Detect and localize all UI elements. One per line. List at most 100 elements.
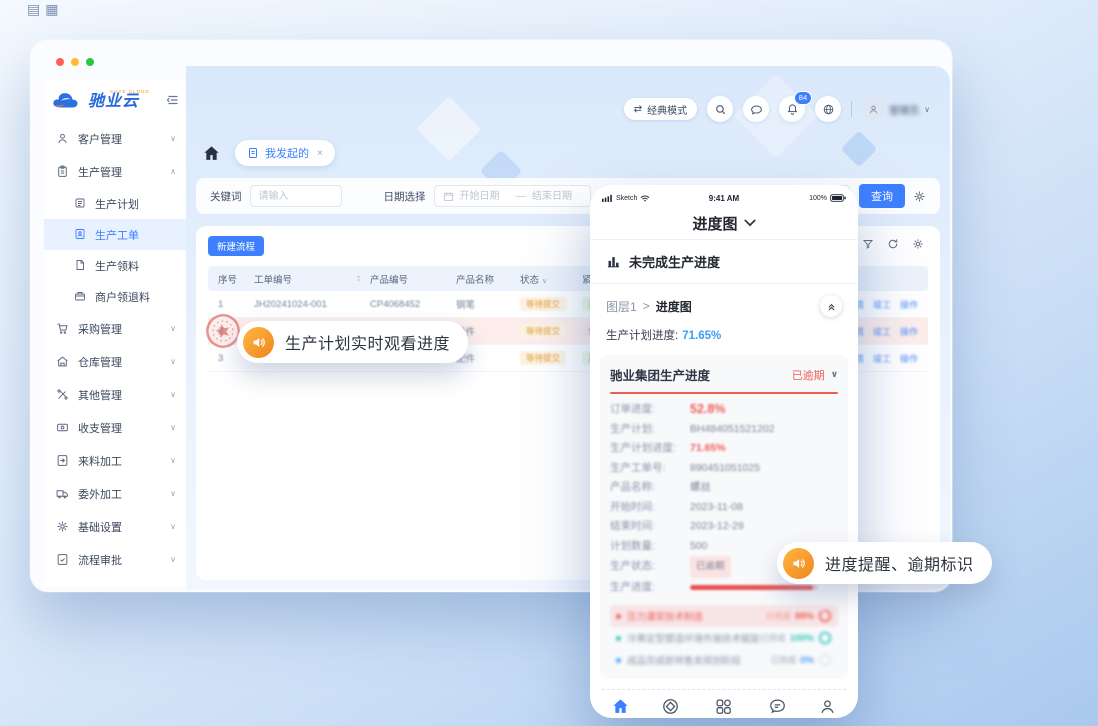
sidebar-item-customer-mgmt[interactable]: 客户管理 ∨ (44, 122, 186, 155)
phone-panel: Sketch 9:41 AM 100% 进度图 未完成生产进度 图层1 > 进度… (590, 185, 858, 718)
task-row[interactable]: 压力灌浆技术制造 已完成 89% (610, 605, 838, 627)
picking-icon (74, 259, 88, 272)
notifications-button[interactable]: 84 (779, 96, 805, 122)
brand-name: 驰业云 (88, 94, 150, 110)
search-submit-button[interactable]: 查询 (859, 184, 905, 208)
date-range-picker[interactable]: — (434, 185, 592, 207)
sidebar-item-production-workorder[interactable]: 生产工单 (44, 219, 186, 250)
col-header-no: 序号 (218, 272, 254, 286)
sidebar-item-production-picking[interactable]: 生产领料 (44, 250, 186, 281)
sort-icon[interactable] (354, 274, 370, 283)
sidebar-item-finance-mgmt[interactable]: 收支管理 ∨ (44, 411, 186, 444)
sidebar-item-label: 其他管理 (78, 387, 122, 403)
col-header-order: 工单编号 (254, 272, 354, 286)
messages-button[interactable] (743, 96, 769, 122)
action-more-link[interactable]: 操作 (900, 352, 918, 365)
close-tab-icon[interactable]: × (317, 148, 323, 159)
tab-messages[interactable]: 消息 (768, 697, 787, 718)
merchant-return-icon (74, 290, 88, 303)
action-more-link[interactable]: 操作 (900, 298, 918, 311)
filter-icon[interactable] (862, 238, 874, 250)
filter-settings-icon[interactable] (913, 190, 926, 203)
minimize-window-button[interactable] (71, 58, 79, 66)
tab-label: 我发起的 (265, 145, 309, 161)
breadcrumb-parent[interactable]: 图层1 (606, 298, 637, 315)
status-badge: 等待提交 (520, 351, 566, 365)
sidebar-item-purchase-mgmt[interactable]: 采购管理 ∨ (44, 312, 186, 345)
topbar: ⇄ 经典模式 84 管理员 ∨ (624, 96, 930, 122)
action-finish-link[interactable]: 竣工 (873, 325, 891, 338)
refresh-icon[interactable] (887, 238, 899, 250)
sidebar-item-outsourcing[interactable]: 委外加工 ∨ (44, 477, 186, 510)
chevron-down-icon: ∨ (170, 390, 176, 399)
sidebar-item-incoming-processing[interactable]: 来料加工 ∨ (44, 444, 186, 477)
close-window-button[interactable] (56, 58, 64, 66)
task-name: 冷寒定型塑造环境件施技术赋能 (627, 631, 760, 645)
tab-my-initiated[interactable]: 我发起的 × (235, 140, 335, 166)
notification-badge: 84 (794, 91, 812, 105)
status-badge: 已逾期 (690, 556, 731, 578)
task-row[interactable]: 冷寒定型塑造环境件施技术赋能 已完成 100% (610, 627, 838, 649)
battery-percent-label: 100% (809, 195, 827, 202)
divider (851, 101, 852, 117)
classic-mode-label: 经典模式 (647, 102, 687, 117)
action-finish-link[interactable]: 竣工 (873, 298, 891, 311)
phone-page-title[interactable]: 进度图 (590, 207, 858, 239)
callout-watch-progress: 生产计划实时观看进度 (237, 321, 468, 363)
group-header[interactable]: 驰业集团生产进度 已逾期 ∨ (610, 365, 838, 384)
plan-progress-label: 生产计划进度: (606, 330, 678, 342)
grid-icon[interactable]: ▤ (27, 1, 45, 17)
sidebar-item-label: 采购管理 (78, 321, 122, 337)
tab-profile[interactable]: 我的 (818, 697, 837, 718)
action-more-link[interactable]: 操作 (900, 325, 918, 338)
task-row[interactable]: 成品完成即将售卖规划阶段 已完成 0% (610, 649, 838, 671)
task-name: 压力灌浆技术制造 (627, 609, 703, 623)
tab-home[interactable]: 首页 (611, 697, 630, 718)
search-button[interactable] (707, 96, 733, 122)
new-process-button[interactable]: 新建流程 (208, 236, 264, 256)
breadcrumb-separator: > (643, 299, 650, 313)
date-start-input[interactable] (460, 187, 510, 205)
calendar-icon (443, 191, 454, 202)
task-list: 压力灌浆技术制造 已完成 89% 冷寒定型塑造环境件施技术赋能 已完成 100% (610, 605, 838, 671)
sidebar-item-production-mgmt[interactable]: 生产管理 ∧ (44, 155, 186, 188)
sidebar-item-production-plan[interactable]: 生产计划 (44, 188, 186, 219)
language-button[interactable] (815, 96, 841, 122)
action-finish-link[interactable]: 竣工 (873, 352, 891, 365)
grid-icon (714, 697, 733, 716)
user-menu[interactable]: 管理员 ∨ (862, 98, 930, 120)
tab-row: 我发起的 × (202, 140, 335, 166)
sidebar-item-merchant-return[interactable]: 商户领退料 (44, 281, 186, 312)
approval-icon (56, 553, 70, 567)
chevron-down-icon: ∨ (831, 369, 838, 380)
detail-row: 结束时间:2023-12-29 (610, 517, 838, 537)
classic-mode-button[interactable]: ⇄ 经典模式 (624, 98, 697, 120)
layout-icon[interactable]: ▦ (45, 1, 63, 17)
progress-ring-icon (818, 631, 832, 645)
battery-icon (830, 194, 846, 202)
detail-row: 产品名称:螺丝 (610, 478, 838, 498)
sidebar-item-other-mgmt[interactable]: 其他管理 ∨ (44, 378, 186, 411)
tab-collaboration[interactable]: 协同 (661, 697, 680, 718)
col-header-status[interactable]: 状态∨ (520, 272, 582, 286)
column-settings-icon[interactable] (912, 238, 924, 250)
globe-icon (822, 103, 835, 116)
wifi-icon (640, 194, 650, 202)
keyword-input[interactable] (250, 185, 342, 207)
maximize-window-button[interactable] (86, 58, 94, 66)
callout-text: 进度提醒、逾期标识 (825, 551, 974, 575)
keyword-label: 关键词 (210, 189, 242, 204)
sidebar-item-process-approval[interactable]: 流程审批 ∨ (44, 543, 186, 576)
sidebar-item-warehouse-mgmt[interactable]: 仓库管理 ∨ (44, 345, 186, 378)
collapse-button[interactable] (820, 295, 842, 317)
collapse-sidebar-icon[interactable] (166, 93, 180, 107)
sidebar-item-label: 仓库管理 (78, 354, 122, 370)
sidebar-item-basic-settings[interactable]: 基础设置 ∨ (44, 510, 186, 543)
detail-row: 生产计划进度:71.65% (610, 439, 838, 459)
tab-workbench[interactable]: 工作台 (710, 697, 737, 718)
phone-tab-bar: 首页 协同 工作台 消息 我的 (590, 690, 858, 718)
home-icon[interactable] (202, 144, 221, 163)
date-end-input[interactable] (532, 187, 582, 205)
carrier-label: Sketch (616, 195, 637, 202)
sidebar: CHYE CLOUD 驰业云 客户管理 ∨ 生产管理 ∧ 生产计划 (44, 80, 186, 586)
